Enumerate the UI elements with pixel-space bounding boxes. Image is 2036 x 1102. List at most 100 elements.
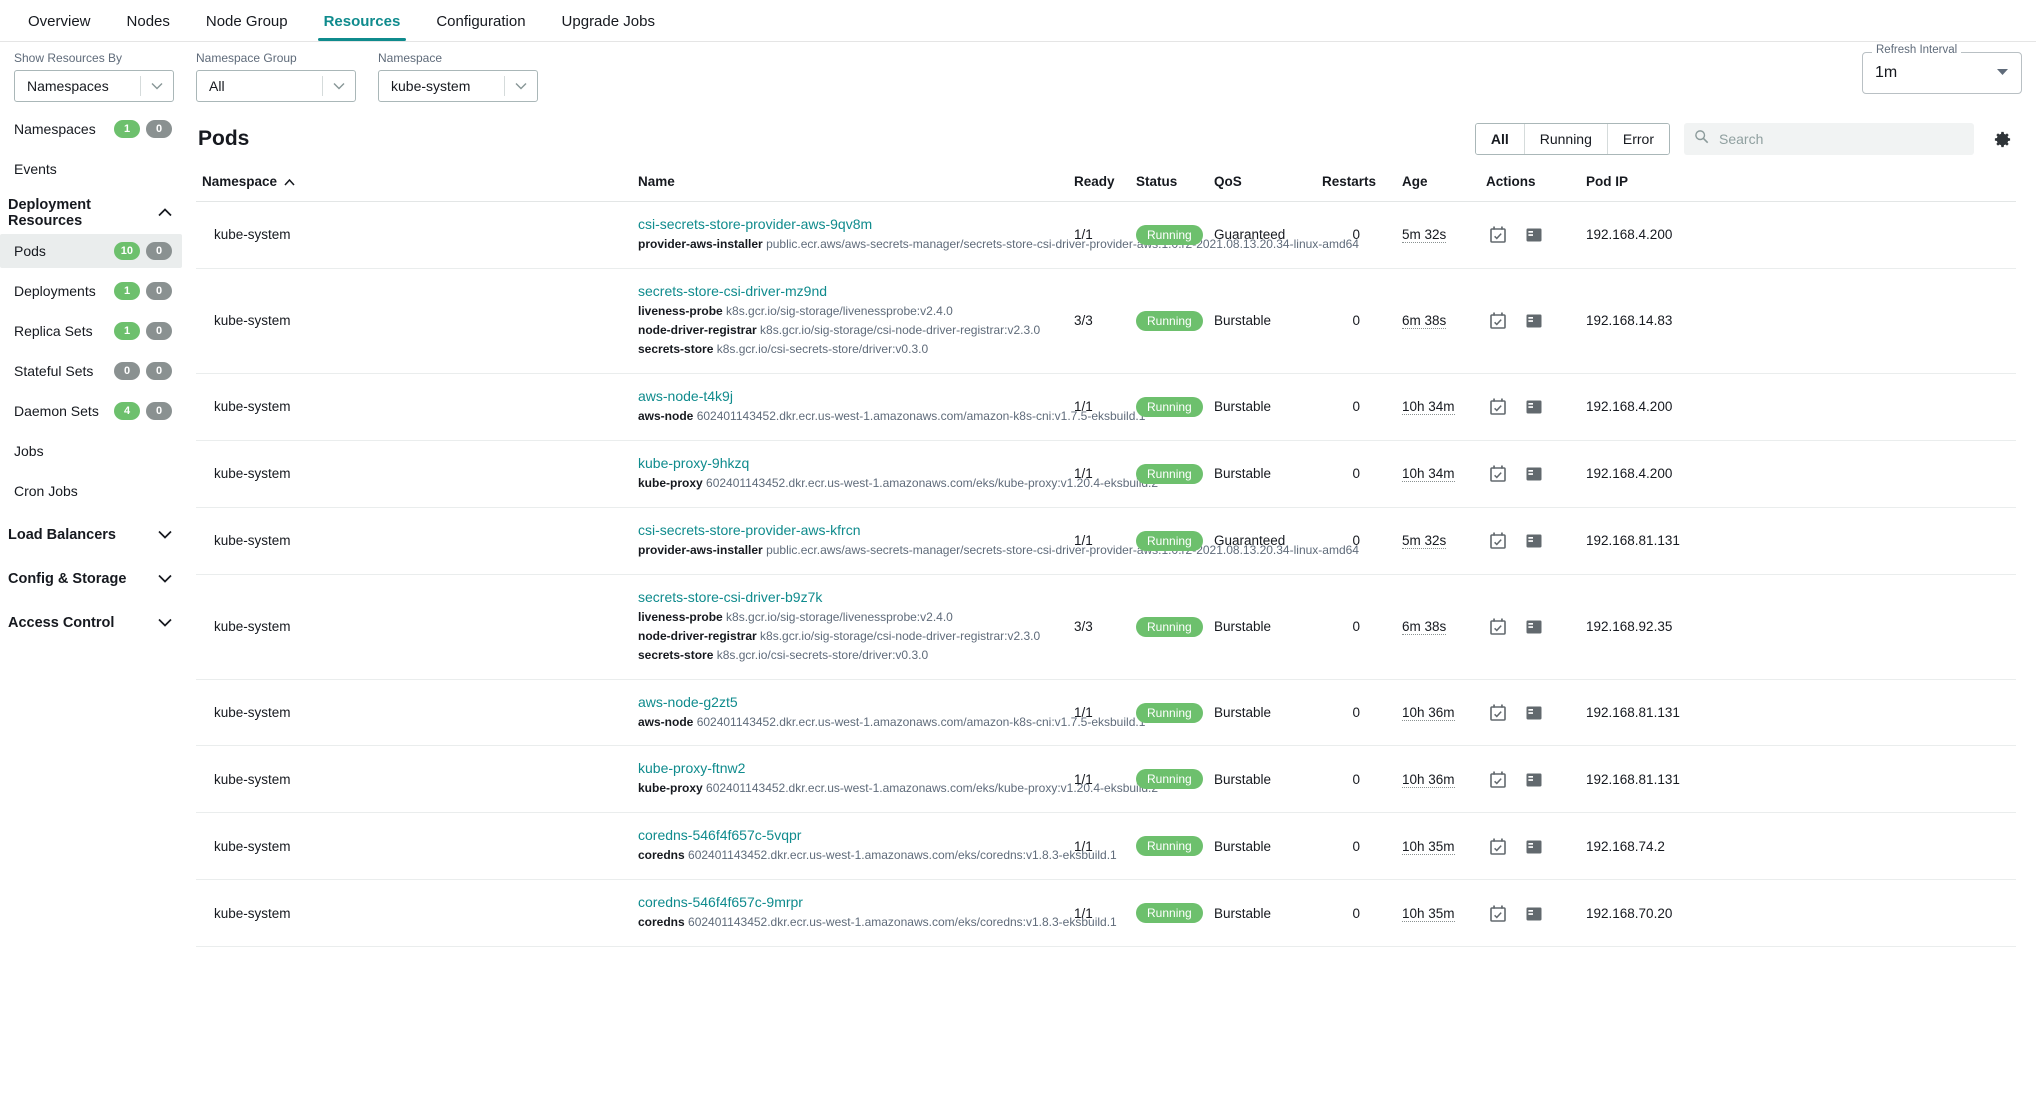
main-panel: Pods All Running Error Search Namespace … xyxy=(190,112,2036,1102)
filter-error-button[interactable]: Error xyxy=(1607,124,1669,154)
logs-icon[interactable] xyxy=(1522,396,1546,418)
events-calendar-icon[interactable] xyxy=(1486,310,1510,332)
column-header-restarts[interactable]: Restarts xyxy=(1316,166,1396,202)
sidebar-item-pods[interactable]: Pods 10 0 xyxy=(0,234,182,268)
table-row[interactable]: kube-system coredns-546f4f657c-9mrpr cored… xyxy=(196,879,2016,948)
events-calendar-icon[interactable] xyxy=(1486,615,1510,637)
cell-name: kube-proxy-9hkzq kube-proxy 602401143452.… xyxy=(632,440,1158,508)
column-header-label: Namespace xyxy=(202,174,278,189)
tab-upgrade-jobs[interactable]: Upgrade Jobs xyxy=(544,14,673,41)
sidebar-item-replica-sets[interactable]: Replica Sets 1 0 xyxy=(0,314,182,348)
tab-nodes[interactable]: Nodes xyxy=(109,14,188,41)
table-row[interactable]: kube-system coredns-546f4f657c-5vqpr cored… xyxy=(196,812,2016,881)
column-header-age[interactable]: Age xyxy=(1396,166,1480,202)
events-calendar-icon[interactable] xyxy=(1486,224,1510,246)
events-calendar-icon[interactable] xyxy=(1486,835,1510,857)
events-calendar-icon[interactable] xyxy=(1486,768,1510,790)
pod-name-link[interactable]: coredns-546f4f657c-5vqpr xyxy=(638,827,1062,843)
pod-name-link[interactable]: csi-secrets-store-provider-aws-9qv8m xyxy=(638,216,1062,232)
refresh-interval-value: 1m xyxy=(1875,64,1898,81)
column-header-ready[interactable]: Ready xyxy=(1068,166,1130,202)
sidebar-section-deployment-resources[interactable]: Deployment Resources xyxy=(0,196,182,230)
cell-ready: 1/1 xyxy=(1068,373,1130,441)
pod-name-link[interactable]: aws-node-g2zt5 xyxy=(638,694,1062,710)
settings-gear-button[interactable] xyxy=(1990,127,2014,151)
refresh-interval-field: Refresh Interval 1m xyxy=(1862,44,2022,94)
logs-icon[interactable] xyxy=(1522,836,1546,858)
table-row[interactable]: kube-system kube-proxy-9hkzq kube-proxy 60… xyxy=(196,440,2016,508)
sidebar-section-load-balancers[interactable]: Load Balancers xyxy=(0,518,182,552)
table-row[interactable]: kube-system kube-proxy-ftnw2 kube-proxy 60… xyxy=(196,745,2016,814)
count-badges: 00 xyxy=(114,362,172,380)
sidebar-item-stateful-sets[interactable]: Stateful Sets 0 0 xyxy=(0,354,182,388)
logs-icon[interactable] xyxy=(1522,616,1546,638)
table-row[interactable]: kube-system csi-secrets-store-provider-aw… xyxy=(196,507,2016,575)
sidebar-item-deployments[interactable]: Deployments 1 0 xyxy=(0,274,182,308)
cell-name: aws-node-t4k9j aws-node 602401143452.dkr.… xyxy=(632,373,1145,441)
column-header-namespace[interactable]: Namespace xyxy=(196,166,632,202)
logs-icon[interactable] xyxy=(1522,903,1546,925)
sidebar-item-namespaces[interactable]: Namespaces 1 0 xyxy=(0,112,182,146)
table-row[interactable]: kube-system secrets-store-csi-driver-b9z7… xyxy=(196,574,2016,680)
logs-icon[interactable] xyxy=(1522,702,1546,724)
tab-overview[interactable]: Overview xyxy=(10,14,109,41)
tab-resources[interactable]: Resources xyxy=(306,14,419,41)
cell-age: 6m 38s xyxy=(1396,574,1480,680)
pod-name-link[interactable]: secrets-store-csi-driver-b9z7k xyxy=(638,589,1062,605)
column-header-status[interactable]: Status xyxy=(1130,166,1208,202)
namespace-group-field: Namespace Group All xyxy=(196,51,356,102)
namespace-group-select[interactable]: All xyxy=(196,70,356,102)
cell-qos: Burstable xyxy=(1208,440,1316,508)
age-value: 5m 32s xyxy=(1402,227,1447,244)
search-input[interactable] xyxy=(1717,130,1964,148)
pod-name-link[interactable]: aws-node-t4k9j xyxy=(638,388,1062,404)
filter-all-button[interactable]: All xyxy=(1475,124,1525,154)
table-row[interactable]: kube-system secrets-store-csi-driver-mz9n… xyxy=(196,268,2016,374)
column-header-qos[interactable]: QoS xyxy=(1208,166,1316,202)
events-calendar-icon[interactable] xyxy=(1486,902,1510,924)
logs-icon[interactable] xyxy=(1522,769,1546,791)
table-row[interactable]: kube-system csi-secrets-store-provider-aw… xyxy=(196,201,2016,269)
container-line: provider-aws-installer public.ecr.aws/aw… xyxy=(638,541,1359,560)
status-badge: Running xyxy=(1136,310,1203,331)
sidebar-item-label: Jobs xyxy=(14,443,44,459)
logs-icon[interactable] xyxy=(1522,530,1546,552)
chevron-down-icon xyxy=(1996,67,2009,79)
pod-name-link[interactable]: kube-proxy-9hkzq xyxy=(638,455,1062,471)
logs-icon[interactable] xyxy=(1522,463,1546,485)
logs-icon[interactable] xyxy=(1522,310,1546,332)
pod-name-link[interactable]: coredns-546f4f657c-9mrpr xyxy=(638,894,1062,910)
sidebar-item-jobs[interactable]: Jobs xyxy=(0,434,182,468)
tab-node-group[interactable]: Node Group xyxy=(188,14,306,41)
show-resources-by-select[interactable]: Namespaces xyxy=(14,70,174,102)
sidebar-item-events[interactable]: Events xyxy=(0,152,182,186)
ready-count-badge: 0 xyxy=(114,362,140,380)
table-row[interactable]: kube-system aws-node-g2zt5 aws-node 602401… xyxy=(196,679,2016,747)
cell-actions xyxy=(1480,879,1580,948)
pod-name-link[interactable]: kube-proxy-ftnw2 xyxy=(638,760,1062,776)
sidebar-item-cron-jobs[interactable]: Cron Jobs xyxy=(0,474,182,508)
cell-status: Running xyxy=(1130,879,1208,948)
events-calendar-icon[interactable] xyxy=(1486,701,1510,723)
search-box[interactable] xyxy=(1684,123,1974,155)
filter-running-button[interactable]: Running xyxy=(1524,124,1608,154)
tab-configuration[interactable]: Configuration xyxy=(418,14,543,41)
pod-name-link[interactable]: secrets-store-csi-driver-mz9nd xyxy=(638,283,1062,299)
table-row[interactable]: kube-system aws-node-t4k9j aws-node 602401… xyxy=(196,373,2016,441)
refresh-interval-select[interactable]: Refresh Interval 1m xyxy=(1862,44,2022,94)
events-calendar-icon[interactable] xyxy=(1486,396,1510,418)
error-count-badge: 0 xyxy=(146,120,172,138)
sidebar-section-access-control[interactable]: Access Control xyxy=(0,606,182,640)
sidebar-section-config-and-storage[interactable]: Config & Storage xyxy=(0,562,182,596)
column-header-actions[interactable]: Actions xyxy=(1480,166,1580,202)
pod-name-link[interactable]: csi-secrets-store-provider-aws-kfrcn xyxy=(638,522,1062,538)
namespace-select[interactable]: kube-system xyxy=(378,70,538,102)
column-header-pod-ip[interactable]: Pod IP xyxy=(1580,166,2016,202)
cell-qos: Guaranteed xyxy=(1208,201,1316,269)
sidebar-item-daemon-sets[interactable]: Daemon Sets 4 0 xyxy=(0,394,182,428)
logs-icon[interactable] xyxy=(1522,224,1546,246)
events-calendar-icon[interactable] xyxy=(1486,529,1510,551)
cell-ready: 1/1 xyxy=(1068,201,1130,269)
column-header-name[interactable]: Name xyxy=(632,166,1068,202)
events-calendar-icon[interactable] xyxy=(1486,462,1510,484)
